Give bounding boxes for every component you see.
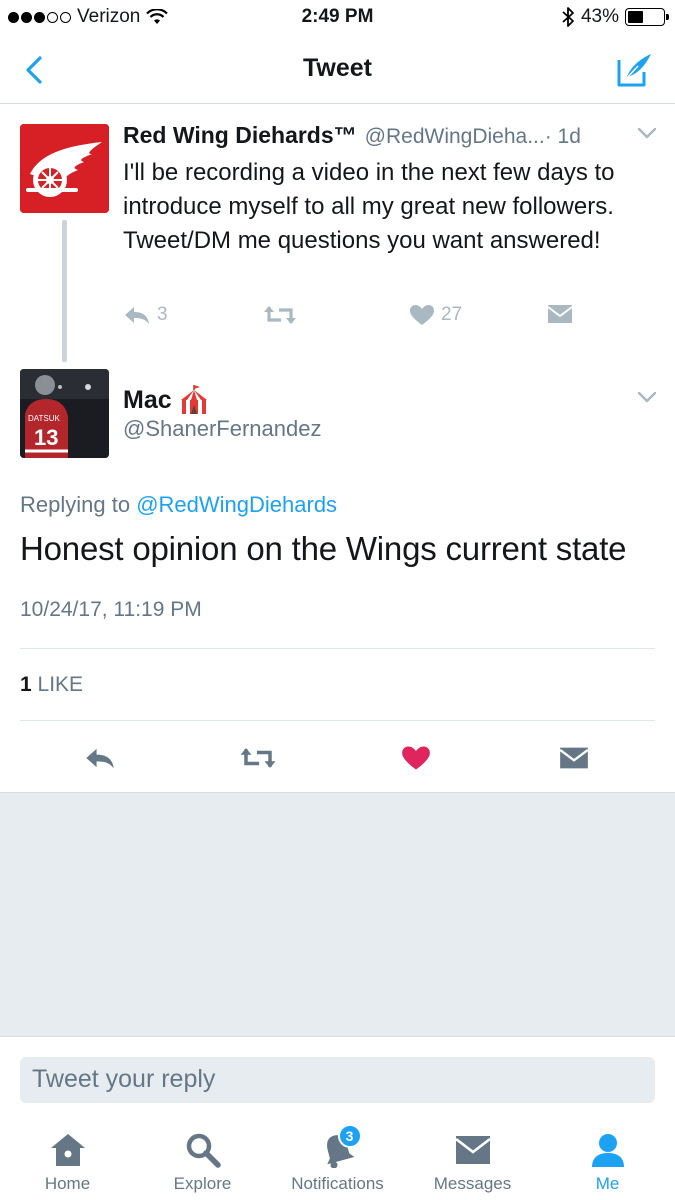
bell-icon: 3: [316, 1124, 362, 1170]
profile-photo: DATSUK 13: [20, 369, 109, 458]
tweet-actions: 3 27: [123, 304, 593, 334]
tweet-options-button[interactable]: [637, 390, 657, 408]
reply-tweet-header: DATSUK 13 Mac @ShanerFernandez: [0, 368, 675, 468]
tab-label: Home: [44, 1174, 91, 1193]
like-button[interactable]: [394, 738, 438, 778]
chevron-down-icon: [637, 391, 657, 403]
tweet-text: I'll be recording a video in the next fe…: [123, 159, 615, 254]
status-bar: Verizon 2:49 PM 43%: [0, 0, 675, 36]
tweet-options-button[interactable]: [637, 126, 657, 144]
page-title: Tweet: [303, 54, 372, 82]
thread-line: [62, 220, 67, 362]
notification-badge: 3: [337, 1124, 362, 1148]
envelope-icon: [547, 305, 573, 323]
svg-text:DATSUK: DATSUK: [28, 414, 61, 423]
circus-tent-icon: [180, 385, 207, 414]
tab-label: Me: [595, 1174, 620, 1193]
tweet-age: · 1d: [544, 125, 581, 148]
nav-bar: Tweet: [0, 36, 675, 104]
author-name[interactable]: Red Wing Diehards™: [123, 122, 357, 149]
compose-icon: [617, 54, 651, 87]
author-handle[interactable]: @ShanerFernandez: [123, 416, 321, 442]
reply-input[interactable]: Tweet your reply: [20, 1057, 655, 1103]
tab-bar: Home Explore 3 Notifications Messages Me: [0, 1120, 675, 1200]
tab-me[interactable]: Me: [540, 1130, 675, 1200]
author-name[interactable]: Mac: [123, 384, 210, 416]
replying-to-line: Replying to @RedWingDiehards: [20, 492, 337, 518]
tweet-actions: [0, 730, 675, 786]
red-wings-logo: [20, 124, 109, 213]
envelope-icon: [559, 747, 589, 769]
reply-composer-bar: Tweet your reply: [0, 1036, 675, 1120]
author-name-text: Mac: [123, 385, 172, 414]
status-right: 43%: [561, 6, 669, 28]
like-count: 27: [441, 304, 463, 325]
home-icon: [46, 1130, 90, 1170]
likes-summary[interactable]: 1 LIKE: [20, 673, 83, 697]
avatar[interactable]: DATSUK 13: [20, 369, 109, 458]
tweet-header: Red Wing Diehards™ @RedWingDieha... · 1d: [123, 122, 663, 149]
heart-icon: [402, 746, 430, 770]
envelope-icon: [451, 1130, 495, 1170]
author-handle[interactable]: @RedWingDieha...: [365, 125, 545, 149]
avatar[interactable]: [20, 124, 109, 213]
replying-to-mention[interactable]: @RedWingDiehards: [136, 492, 337, 517]
likes-label: LIKE: [37, 673, 84, 696]
compose-tweet-button[interactable]: [613, 48, 657, 92]
divider: [20, 720, 655, 721]
tab-home[interactable]: Home: [0, 1130, 135, 1200]
search-icon: [181, 1130, 225, 1170]
replying-to-prefix: Replying to: [20, 492, 131, 517]
heart-icon: [410, 305, 434, 325]
chevron-down-icon: [637, 127, 657, 139]
direct-message-button[interactable]: [547, 304, 573, 324]
like-button[interactable]: 27: [409, 304, 462, 326]
tweet-timestamp: 10/24/17, 11:19 PM: [20, 598, 202, 621]
svg-text:13: 13: [34, 425, 58, 450]
tab-label: Messages: [433, 1174, 512, 1193]
battery-icon: [625, 8, 669, 26]
battery-percent: 43%: [580, 6, 619, 27]
tab-explore[interactable]: Explore: [135, 1130, 270, 1200]
reply-icon: [125, 307, 149, 324]
retweet-button[interactable]: [263, 304, 297, 326]
tweet-text: Honest opinion on the Wings current stat…: [20, 530, 627, 567]
parent-tweet[interactable]: Red Wing Diehards™ @RedWingDieha... · 1d…: [0, 104, 675, 364]
bluetooth-icon: [562, 7, 574, 27]
tab-messages[interactable]: Messages: [405, 1130, 540, 1200]
retweet-icon: [240, 748, 276, 768]
reply-icon: [86, 748, 114, 769]
tab-label: Notifications: [291, 1174, 384, 1193]
retweet-button[interactable]: [236, 738, 280, 778]
empty-background: [0, 792, 675, 1036]
reply-button[interactable]: [78, 738, 122, 778]
retweet-icon: [264, 306, 296, 324]
tab-notifications[interactable]: 3 Notifications: [270, 1124, 405, 1200]
person-icon: [586, 1130, 630, 1170]
reply-button[interactable]: 3: [123, 304, 168, 326]
likes-count: 1: [20, 673, 32, 696]
divider: [20, 648, 655, 649]
direct-message-button[interactable]: [552, 738, 596, 778]
reply-count: 3: [157, 304, 168, 325]
tab-label: Explore: [173, 1174, 232, 1193]
